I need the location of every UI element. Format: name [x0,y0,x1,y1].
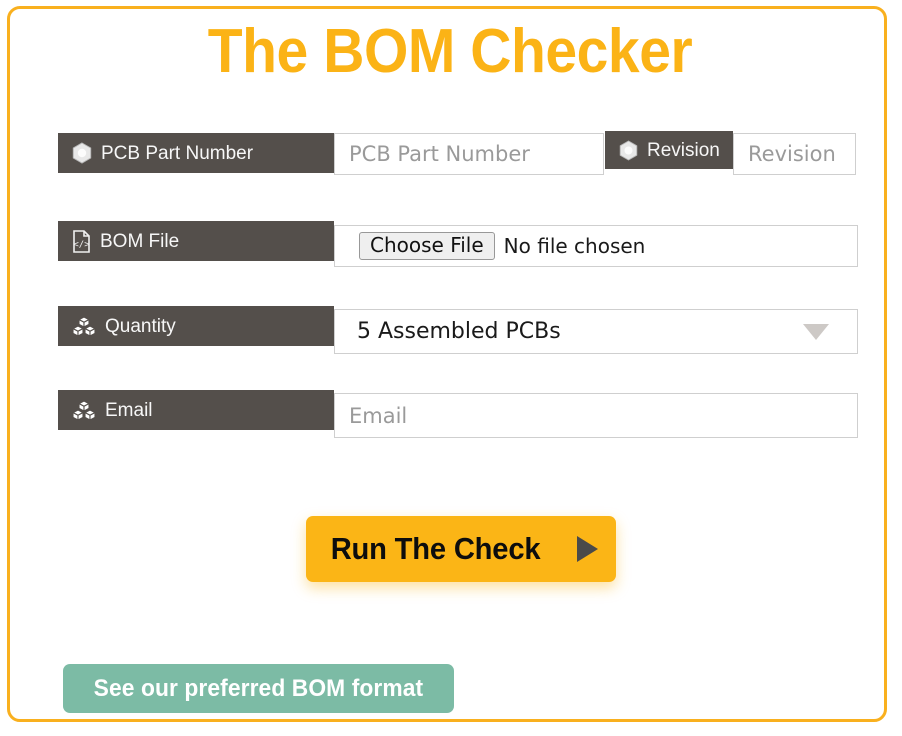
label-quantity: Quantity [58,306,334,346]
pcb-part-number-input[interactable] [334,133,604,175]
file-code-icon: </> [72,229,91,253]
page-title: The BOM Checker [207,17,693,86]
hexagon-icon [72,142,92,164]
label-pcb-part-number-text: PCB Part Number [101,142,254,164]
svg-text:</>: </> [73,240,90,250]
label-pcb-part-number: PCB Part Number [58,133,334,173]
see-preferred-bom-format-label: See our preferred BOM format [93,674,424,702]
stacked-cubes-icon [72,315,96,337]
label-email: Email [58,390,334,430]
hexagon-icon [619,139,638,161]
run-the-check-label: Run The Check [330,531,541,566]
label-bom-file: </> BOM File [58,221,334,261]
chevron-down-icon [803,323,829,340]
run-the-check-button[interactable]: Run The Check [306,516,616,582]
quantity-selected-value: 5 Assembled PCBs [357,319,561,344]
page-frame: The BOM Checker PCB Part Number Revision [7,6,887,722]
label-quantity-text: Quantity [105,315,176,337]
label-revision: Revision [605,131,733,169]
email-input[interactable] [334,393,858,438]
play-triangle-icon [577,536,599,562]
revision-input[interactable] [733,133,856,175]
stacked-cubes-icon [72,399,96,421]
label-revision-text: Revision [647,139,720,161]
label-email-text: Email [105,399,153,421]
see-preferred-bom-format-button[interactable]: See our preferred BOM format [63,664,454,713]
file-status-text: No file chosen [503,234,646,258]
label-bom-file-text: BOM File [100,230,180,252]
bom-file-input[interactable]: Choose File No file chosen [334,225,858,267]
choose-file-button[interactable]: Choose File [359,231,495,261]
quantity-select[interactable]: 5 Assembled PCBs [334,309,858,354]
